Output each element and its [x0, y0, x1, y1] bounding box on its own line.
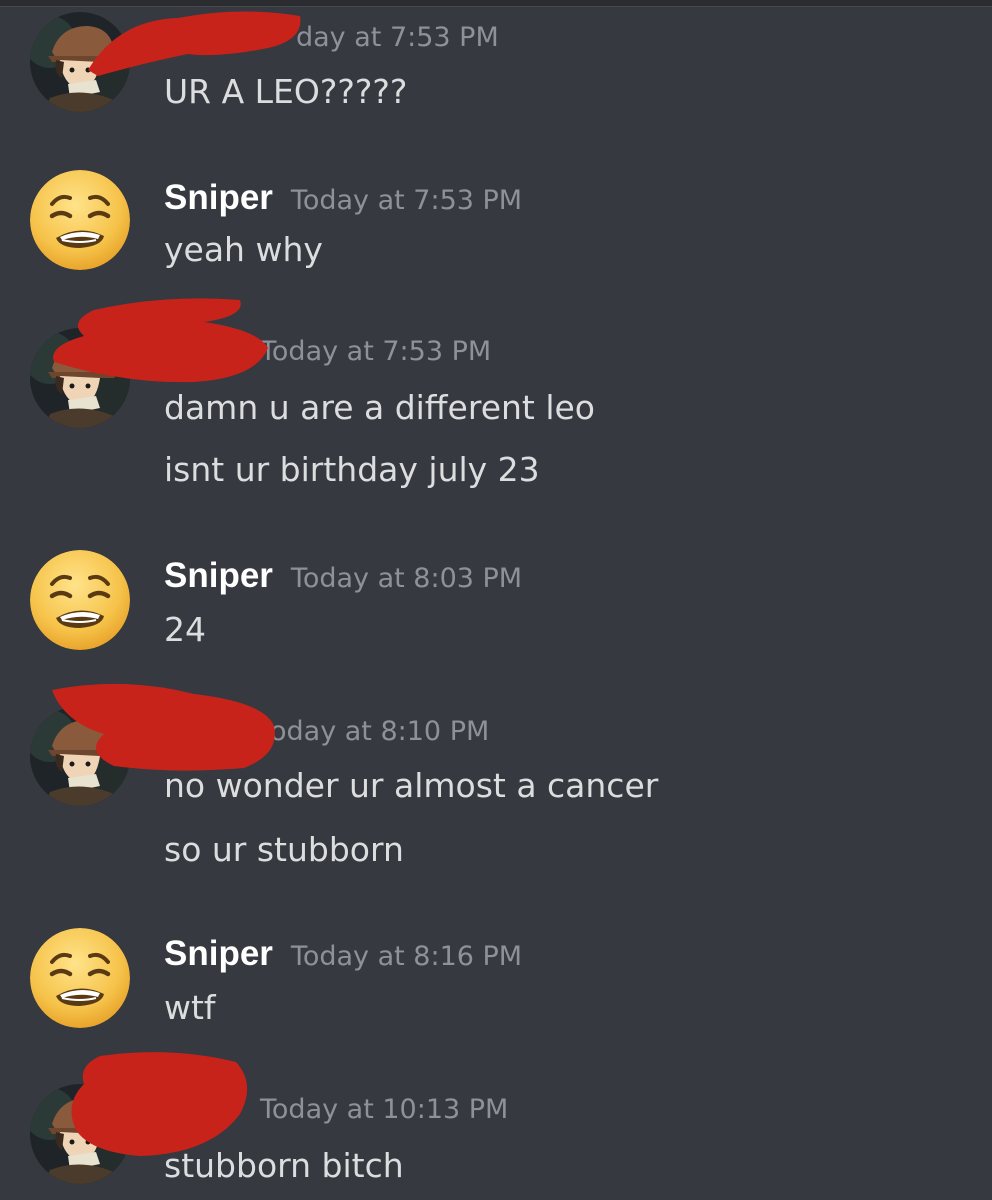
message-text: damn u are a different leo: [164, 388, 595, 427]
message-timestamp: Today at 7:53 PM: [260, 336, 492, 367]
weary-face-emoji-avatar-icon[interactable]: [30, 928, 130, 1028]
message-header: Sniper Today at 7:53 PM: [164, 178, 522, 222]
username[interactable]: Sniper: [164, 178, 273, 217]
anime-boy-avatar-icon[interactable]: [30, 328, 130, 428]
weary-face-emoji-avatar-icon[interactable]: [30, 170, 130, 270]
message-text: wtf: [164, 988, 216, 1027]
message-header: Sniper Today at 8:03 PM: [164, 556, 522, 600]
username[interactable]: Sniper: [164, 934, 273, 973]
message-timestamp: day at 7:53 PM: [296, 22, 499, 53]
message-timestamp: Today at 8:03 PM: [290, 563, 523, 594]
message-timestamp: Today at 8:16 PM: [290, 941, 523, 972]
message-text: so ur stubborn: [164, 830, 404, 869]
message-text: 24: [164, 610, 206, 649]
message-text: stubborn bitch: [164, 1146, 404, 1185]
anime-boy-avatar-icon[interactable]: [30, 1084, 130, 1184]
window-top-edge: [0, 0, 992, 7]
anime-boy-avatar-icon[interactable]: [30, 706, 130, 806]
weary-face-emoji-avatar-icon[interactable]: [30, 550, 130, 650]
message-header: Sniper Today at 8:16 PM: [164, 934, 522, 978]
message-text: UR A LEO?????: [164, 72, 408, 111]
message-header: day at 7:53 PM: [164, 22, 499, 66]
message-text: no wonder ur almost a cancer: [164, 766, 659, 805]
message-header: Today at 7:53 PM: [164, 336, 491, 380]
message-timestamp: Today at 7:53 PM: [290, 185, 523, 216]
message-header: Today at 10:13 PM: [164, 1094, 508, 1138]
message-text: isnt ur birthday july 23: [164, 450, 540, 489]
anime-boy-avatar-icon[interactable]: [30, 12, 130, 112]
message-text: yeah why: [164, 230, 323, 269]
message-timestamp: Today at 10:13 PM: [260, 1094, 509, 1125]
username[interactable]: Sniper: [164, 556, 273, 595]
message-timestamp: oday at 8:10 PM: [270, 716, 490, 747]
message-header: oday at 8:10 PM: [164, 716, 489, 760]
